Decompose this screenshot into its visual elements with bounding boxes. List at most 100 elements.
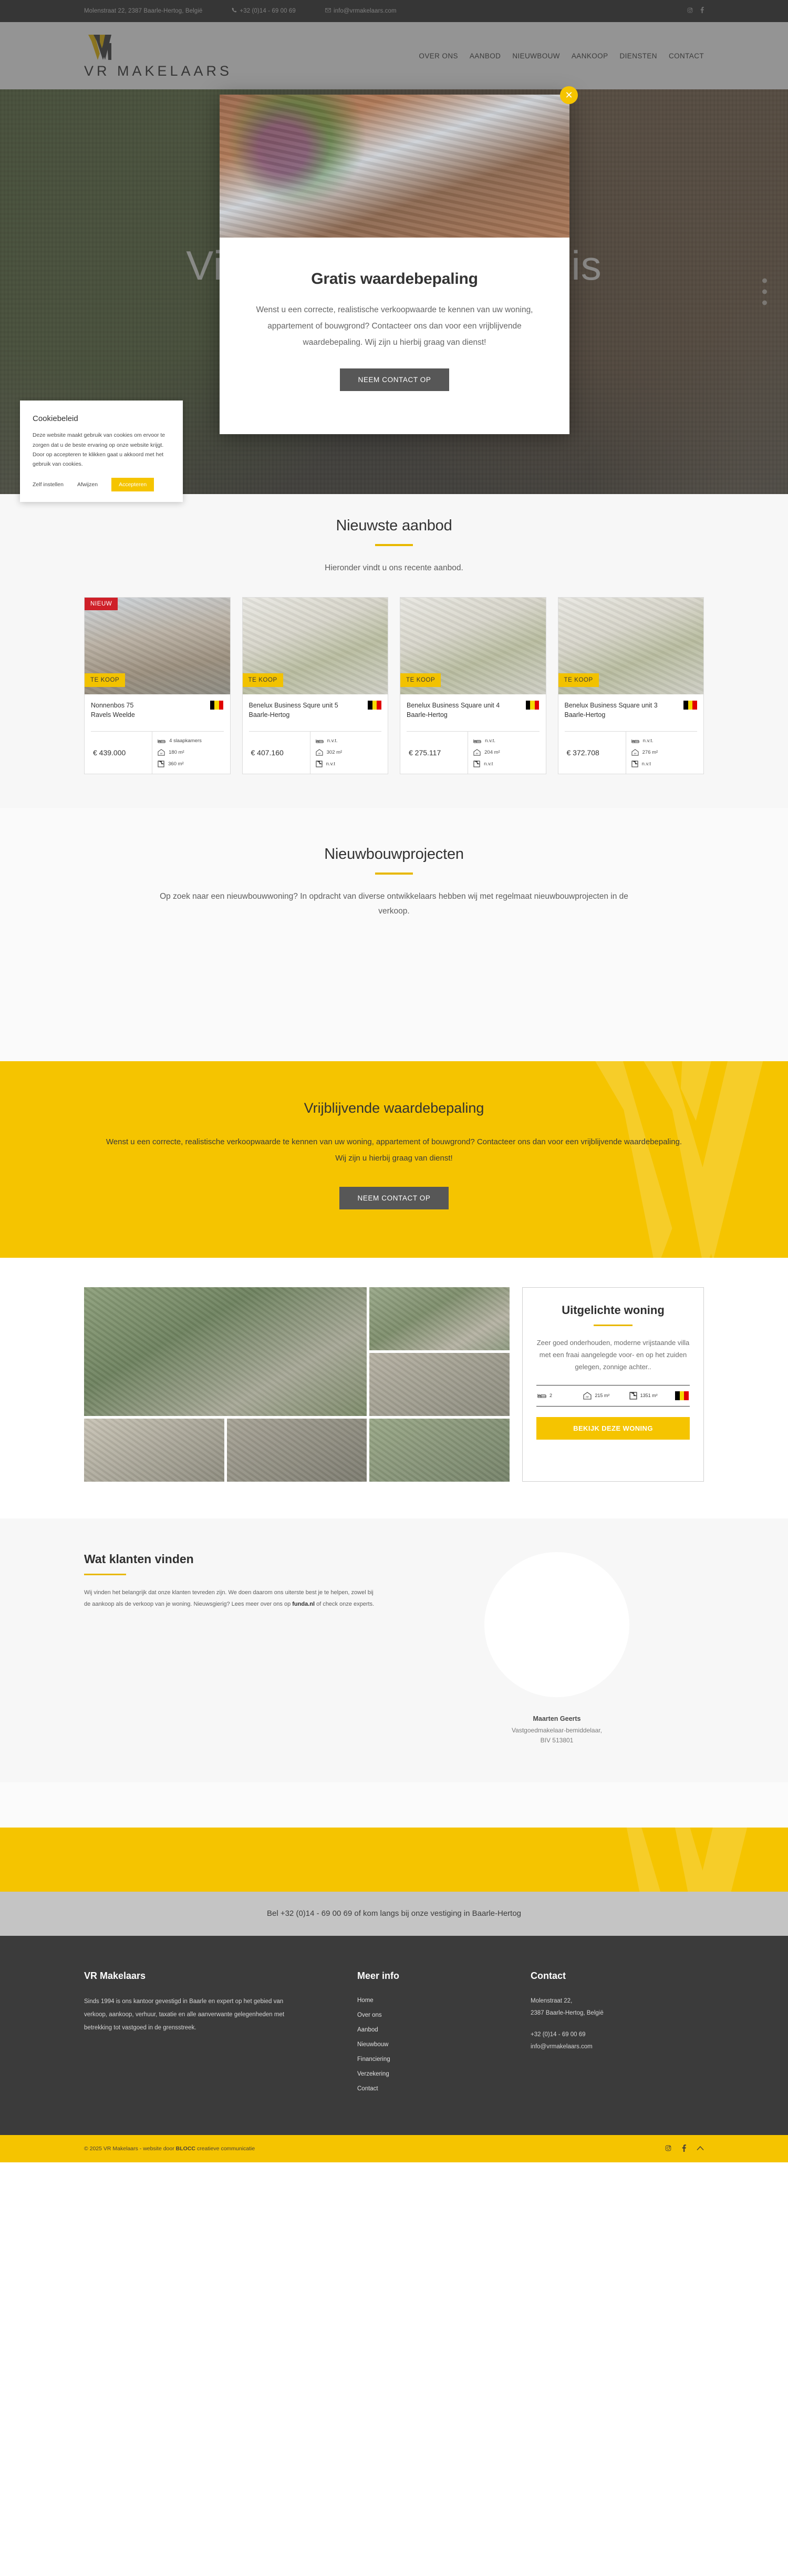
- spec-plot-area-value: 1351 m²: [640, 1393, 658, 1399]
- property-title: Benelux Business Squre unit 5 Baarle-Her…: [248, 701, 338, 719]
- contact-band-text: Bel +32 (0)14 - 69 00 69 of kom langs bi…: [266, 1909, 522, 1918]
- property-specs: n.v.t. m² 302 m² n.v.t: [309, 731, 381, 774]
- status-badge-forsale: TE KOOP: [558, 673, 599, 687]
- footer-contact-title: Contact: [531, 1970, 566, 1981]
- spec-living-area: m² 276 m²: [631, 747, 697, 758]
- spec-living-area: m² 302 m²: [316, 747, 381, 758]
- title-underline: [84, 1573, 126, 1575]
- gallery-image-top-right[interactable]: [369, 1287, 510, 1350]
- spec-living-area: m² 180 m²: [158, 747, 223, 758]
- valuation-cta-section: Vrijblijvende waardebepaling Wenst u een…: [0, 1061, 788, 1258]
- gallery-image-bottom-right[interactable]: [369, 1418, 510, 1482]
- footer-link-home[interactable]: Home: [357, 1997, 374, 2004]
- topbar-email[interactable]: info@vrmakelaars.com: [325, 8, 397, 15]
- property-card[interactable]: NIEUW TE KOOP Nonnenbos 75 Ravels Weelde…: [84, 597, 231, 774]
- nav-item-over-ons[interactable]: OVER ONS: [419, 52, 458, 60]
- site-header: VR MAKELAARS OVER ONS AANBOD NIEUWBOUW A…: [0, 22, 788, 89]
- footer-link-nieuwbouw[interactable]: Nieuwbouw: [357, 2041, 388, 2048]
- copyright-suffix: creatieve communicatie: [195, 2145, 255, 2152]
- footer-link-contact[interactable]: Contact: [357, 2086, 378, 2092]
- footer-about-body: Sinds 1994 is ons kantoor gevestigd in B…: [84, 1998, 285, 2031]
- topbar-address-text: Molenstraat 22, 2387 Baarle-Hertog, Belg…: [84, 8, 203, 14]
- nav-item-aankoop[interactable]: AANKOOP: [572, 52, 608, 60]
- gallery-image-bottom-middle[interactable]: [226, 1418, 367, 1482]
- svg-text:m²: m²: [160, 752, 163, 755]
- phone-icon: [232, 7, 237, 15]
- brand-logo[interactable]: VR MAKELAARS: [84, 33, 232, 79]
- hero-dot-3[interactable]: [762, 300, 767, 305]
- main-navigation: OVER ONS AANBOD NIEUWBOUW AANKOOP DIENST…: [419, 52, 704, 60]
- featured-gallery[interactable]: [84, 1287, 510, 1482]
- status-badge-new: NIEUW: [85, 597, 118, 610]
- cookie-accept-button[interactable]: Accepteren: [111, 477, 154, 491]
- spec-plot-area: n.v.t: [473, 758, 539, 770]
- spec-plot-area: 360 m²: [158, 758, 223, 770]
- vr-logo-icon: [84, 33, 122, 62]
- spec-bedrooms: 4 slaapkamers: [158, 735, 223, 747]
- status-badge-forsale: TE KOOP: [242, 673, 283, 687]
- spec-living-area-value: 302 m²: [326, 750, 343, 756]
- svg-text:m²: m²: [318, 752, 321, 755]
- cookie-settings-link[interactable]: Zelf instellen: [33, 480, 64, 489]
- close-icon[interactable]: ✕: [560, 86, 578, 104]
- property-specs: n.v.t. m² 204 m² n.v.t: [468, 731, 539, 774]
- copyright-agency: BLOCC: [175, 2145, 195, 2152]
- avatar: [484, 1552, 629, 1697]
- gallery-image-main[interactable]: [84, 1287, 367, 1416]
- modal-contact-button[interactable]: NEEM CONTACT OP: [340, 368, 449, 391]
- footer-link-financiering[interactable]: Financiering: [357, 2056, 390, 2062]
- featured-title: Uitgelichte woning: [562, 1303, 665, 1317]
- view-property-button[interactable]: BEKIJK DEZE WONING: [536, 1417, 690, 1440]
- testimonials-title: Wat klanten vinden: [84, 1552, 194, 1566]
- testimonials-body: Wij vinden het belangrijk dat onze klant…: [84, 1587, 378, 1610]
- footer-links: Meer info Home Over ons Aanbod Nieuwbouw…: [357, 1971, 531, 2098]
- spec-bedrooms-value: 2: [549, 1393, 553, 1399]
- property-card[interactable]: TE KOOP Benelux Business Square unit 3 B…: [557, 597, 704, 774]
- agent-name: Maarten Geerts: [533, 1715, 581, 1722]
- instagram-icon[interactable]: [687, 7, 693, 15]
- list-item: Nieuwbouw: [357, 2039, 531, 2049]
- nav-item-aanbod[interactable]: AANBOD: [470, 52, 501, 60]
- modal-content: Gratis waardebepaling Wenst u een correc…: [220, 238, 569, 434]
- spec-bedrooms: 2: [537, 1392, 581, 1399]
- footer-link-verzekering[interactable]: Verzekering: [357, 2071, 389, 2077]
- hero-dot-2[interactable]: [762, 289, 767, 294]
- svg-text:m²: m²: [476, 752, 479, 755]
- instagram-icon[interactable]: [665, 2145, 671, 2152]
- gallery-image-middle-right[interactable]: [369, 1352, 510, 1416]
- hero-dot-1[interactable]: [762, 278, 767, 283]
- property-card[interactable]: TE KOOP Benelux Business Square unit 4 B…: [400, 597, 546, 774]
- valuation-cta-button[interactable]: NEEM CONTACT OP: [339, 1186, 449, 1209]
- property-image: TE KOOP: [242, 597, 388, 694]
- topbar-phone[interactable]: +32 (0)14 - 69 00 69: [232, 7, 296, 15]
- modal-title: Gratis waardebepaling: [311, 270, 478, 288]
- chevron-up-icon[interactable]: [697, 2145, 704, 2152]
- gallery-image-bottom-left[interactable]: [84, 1418, 224, 1482]
- footer-link-over-ons[interactable]: Over ons: [357, 2012, 382, 2018]
- footer-link-aanbod[interactable]: Aanbod: [357, 2027, 378, 2033]
- cookie-consent-banner: Cookiebeleid Deze website maakt gebruik …: [20, 401, 183, 502]
- cookie-decline-link[interactable]: Afwijzen: [77, 480, 98, 489]
- testimonials-section: Wat klanten vinden Wij vinden het belang…: [0, 1518, 788, 1782]
- facebook-icon[interactable]: [682, 2144, 686, 2153]
- nav-item-contact[interactable]: CONTACT: [669, 52, 704, 60]
- nav-item-nieuwbouw[interactable]: NIEUWBOUW: [512, 52, 560, 60]
- newbuild-section: Nieuwbouwprojecten Op zoek naar een nieu…: [0, 807, 788, 1062]
- hero-slider-dots[interactable]: [762, 278, 767, 305]
- featured-property-section: Uitgelichte woning Zeer goed onderhouden…: [0, 1257, 788, 1518]
- property-specs: n.v.t. m² 276 m² n.v.t: [625, 731, 697, 774]
- title-underline: [375, 872, 413, 875]
- yellow-decorative-band: [0, 1827, 788, 1892]
- latest-offer-header: Nieuwste aanbod Hieronder vindt u ons re…: [84, 517, 704, 576]
- list-item: Verzekering: [357, 2069, 531, 2078]
- facebook-icon[interactable]: [700, 7, 704, 15]
- funda-link[interactable]: funda.nl: [292, 1601, 315, 1607]
- topbar: Molenstraat 22, 2387 Baarle-Hertog, Belg…: [0, 0, 788, 22]
- footer-phone[interactable]: +32 (0)14 - 69 00 69: [531, 2029, 704, 2041]
- spec-bedrooms: n.v.t.: [315, 735, 381, 747]
- footer-email[interactable]: info@vrmakelaars.com: [531, 2041, 704, 2053]
- spec-plot-area: n.v.t: [631, 758, 697, 770]
- nav-item-diensten[interactable]: DIENSTEN: [619, 52, 657, 60]
- property-card[interactable]: TE KOOP Benelux Business Squre unit 5 Ba…: [242, 597, 388, 774]
- contact-band: Bel +32 (0)14 - 69 00 69 of kom langs bi…: [0, 1891, 788, 1936]
